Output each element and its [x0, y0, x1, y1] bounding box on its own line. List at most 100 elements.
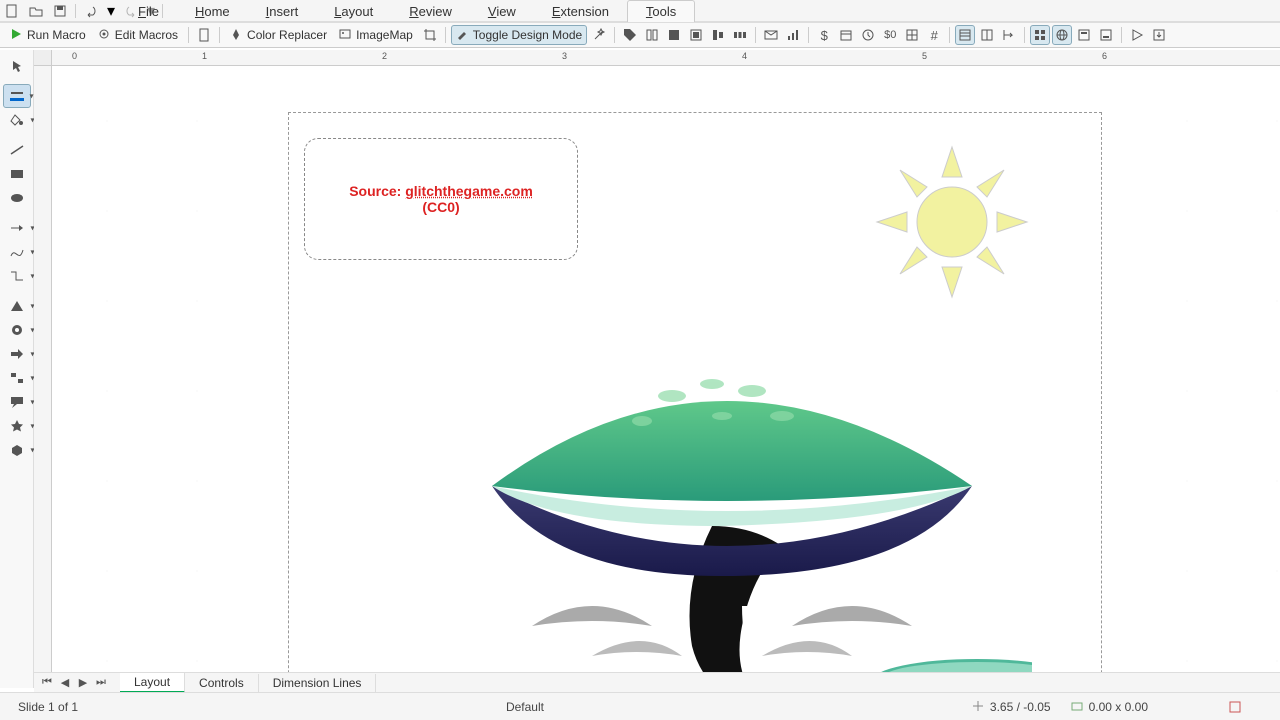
menu-tools[interactable]: Tools [627, 0, 695, 22]
toggle-design-mode-button[interactable]: Toggle Design Mode [451, 25, 587, 45]
menu-home[interactable]: Home [177, 1, 248, 22]
menu-layout[interactable]: Layout [316, 1, 391, 22]
save-icon[interactable] [51, 2, 69, 20]
chart-icon[interactable] [783, 25, 803, 45]
line-color-tool[interactable]: ▾ [3, 84, 31, 108]
rectangle-tool[interactable] [3, 162, 31, 186]
basic-shapes-tool[interactable]: ▾ [3, 294, 31, 318]
layer-tabs: ⏮ ◀ ▶ ⏭ Layout Controls Dimension Lines [34, 672, 1280, 692]
edit-macros-label: Edit Macros [115, 28, 178, 42]
image-map-button[interactable]: ImageMap [334, 25, 418, 45]
snap-object-icon[interactable] [664, 25, 684, 45]
size-indicator: 0.00 x 0.00 [1071, 700, 1148, 714]
layout1-icon[interactable] [955, 25, 975, 45]
prev-slide-button[interactable]: ◀ [57, 675, 73, 691]
source-textbox[interactable]: Source: glitchthegame.com (CC0) [304, 138, 578, 260]
3d-tool[interactable]: ▾ [3, 438, 31, 462]
menu-file[interactable]: FFileile [120, 1, 177, 22]
tab-layout[interactable]: Layout [120, 673, 185, 693]
form1-icon[interactable] [1074, 25, 1094, 45]
block-arrows-tool[interactable]: ▾ [3, 342, 31, 366]
play-icon[interactable] [1127, 25, 1147, 45]
separator [219, 27, 220, 43]
export-icon[interactable] [1149, 25, 1169, 45]
image-map-label: ImageMap [356, 28, 413, 42]
pointer-tool[interactable] [3, 54, 31, 78]
last-slide-button[interactable]: ⏭ [93, 675, 109, 691]
undo-icon[interactable] [82, 2, 100, 20]
slide-indicator: Slide 1 of 1 [18, 700, 78, 714]
star-tool[interactable]: ▾ [3, 414, 31, 438]
menu-bar: FFileile Home Insert Layout Review View … [120, 0, 695, 22]
snap-page-icon[interactable] [686, 25, 706, 45]
document-icon[interactable] [194, 25, 214, 45]
vertical-ruler [34, 66, 52, 672]
dropdown-arrow-icon[interactable]: ▾ [29, 92, 33, 101]
tools-toolbar: Run Macro Edit Macros Color Replacer Ima… [0, 22, 1280, 48]
separator [1024, 27, 1025, 43]
ellipse-tool[interactable] [3, 186, 31, 210]
date-icon[interactable] [836, 25, 856, 45]
globe-icon[interactable] [1052, 25, 1072, 45]
source-license: (CC0) [422, 199, 459, 215]
separator [949, 27, 950, 43]
separator [808, 27, 809, 43]
layout3-icon[interactable] [999, 25, 1019, 45]
layout2-icon[interactable] [977, 25, 997, 45]
run-macro-label: Run Macro [27, 28, 86, 42]
run-macro-button[interactable]: Run Macro [5, 25, 91, 45]
crop-icon[interactable] [420, 25, 440, 45]
connector-tool[interactable]: ▾ [3, 264, 31, 288]
align-icon[interactable] [708, 25, 728, 45]
separator [1121, 27, 1122, 43]
separator [445, 27, 446, 43]
sun-graphic[interactable] [872, 142, 1032, 302]
open-icon[interactable] [27, 2, 45, 20]
source-prefix: Source: [349, 183, 405, 199]
mail-icon[interactable] [761, 25, 781, 45]
callout-tool[interactable]: ▾ [3, 390, 31, 414]
color-replacer-label: Color Replacer [247, 28, 327, 42]
line-tool[interactable] [3, 138, 31, 162]
color-replacer-button[interactable]: Color Replacer [225, 25, 332, 45]
separator [75, 4, 76, 18]
wand-icon[interactable] [589, 25, 609, 45]
flowchart-tool[interactable]: ▾ [3, 366, 31, 390]
time-icon[interactable] [858, 25, 878, 45]
tree-graphic[interactable] [412, 326, 1032, 672]
menu-insert[interactable]: Insert [248, 1, 317, 22]
canvas[interactable]: Source: glitchthegame.com (CC0) [52, 66, 1280, 672]
new-icon[interactable] [3, 2, 21, 20]
fill-color-tool[interactable]: ▾ [3, 108, 31, 132]
status-bar: Slide 1 of 1 Default 3.65 / -0.05 0.00 x… [0, 692, 1280, 720]
zoom-status-icon[interactable] [1228, 700, 1242, 714]
pattern-icon[interactable] [902, 25, 922, 45]
edit-macros-button[interactable]: Edit Macros [93, 25, 183, 45]
tab-controls[interactable]: Controls [185, 674, 259, 692]
ruler-corner [34, 50, 52, 66]
undo-dropdown-icon[interactable]: ▾ [106, 2, 116, 20]
first-slide-button[interactable]: ⏮ [39, 675, 55, 691]
dollar-icon[interactable]: $ [814, 25, 834, 45]
horizontal-ruler: 0 1 2 3 4 5 6 [52, 50, 1280, 66]
hash-icon[interactable]: # [924, 25, 944, 45]
tag-icon[interactable] [620, 25, 640, 45]
tool-palette: ▾ ▾ ▾ ▾ ▾ ▾ ▾ ▾ ▾ ▾ ▾ ▾ [0, 50, 34, 688]
tab-dimension-lines[interactable]: Dimension Lines [259, 674, 377, 692]
grid-icon[interactable] [1030, 25, 1050, 45]
form2-icon[interactable] [1096, 25, 1116, 45]
next-slide-button[interactable]: ▶ [75, 675, 91, 691]
dollar-zero-icon[interactable]: $0 [880, 25, 900, 45]
snap-grid-icon[interactable] [642, 25, 662, 45]
separator [755, 27, 756, 43]
menu-extension[interactable]: Extension [534, 1, 627, 22]
curve-tool[interactable]: ▾ [3, 240, 31, 264]
symbol-shapes-tool[interactable]: ▾ [3, 318, 31, 342]
arrow-tool[interactable]: ▾ [3, 216, 31, 240]
menu-view[interactable]: View [470, 1, 534, 22]
separator [614, 27, 615, 43]
menu-review[interactable]: Review [391, 1, 470, 22]
separator [188, 27, 189, 43]
distribute-icon[interactable] [730, 25, 750, 45]
coords-indicator: 3.65 / -0.05 [972, 700, 1051, 714]
